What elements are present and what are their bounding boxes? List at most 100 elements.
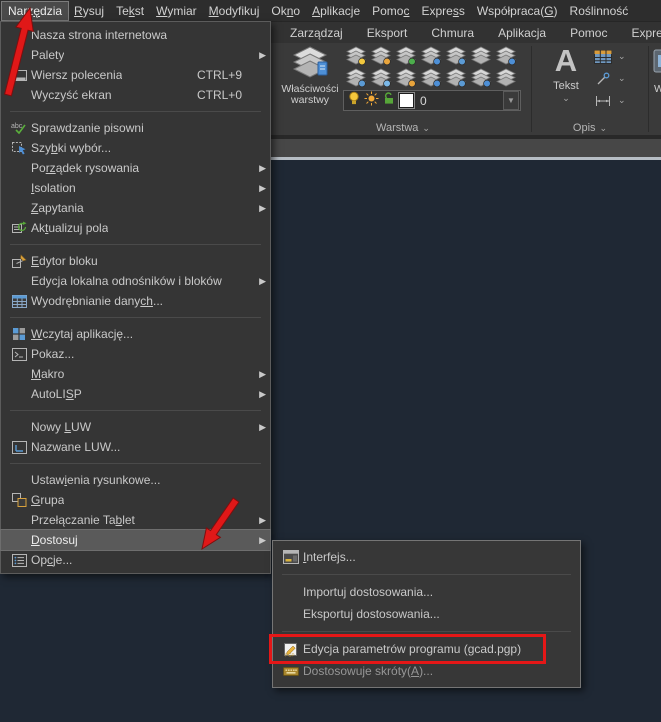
menu-item-interfejs[interactable]: Interfejs... (273, 546, 580, 568)
menubar-item-aplikacje[interactable]: Aplikacje (306, 2, 366, 20)
menu-item-wyodrębnianie-danych[interactable]: Wyodrębnianie danych... (1, 291, 270, 311)
menu-item-wiersz-polecenia[interactable]: Wiersz poleceniaCTRL+9 (1, 65, 270, 85)
menubar-item-modyfikuj[interactable]: Modyfikuj (203, 2, 266, 20)
menubar: NarzędziaRysujTekstWymiarModyfikujOknoAp… (0, 0, 661, 21)
layer-tool-icon[interactable] (493, 45, 518, 66)
insert-block-icon[interactable] (652, 47, 661, 82)
chevron-down-icon[interactable]: ⌄ (618, 51, 628, 62)
menu-item-przełączanie-tablet[interactable]: Przełączanie Tablet▶ (1, 510, 270, 530)
menu-item-aktualizuj-pola[interactable]: Aktualizuj pola (1, 218, 270, 238)
menu-item-opcje[interactable]: Opcje... (1, 550, 270, 570)
layer-tool-icon[interactable] (443, 45, 468, 66)
menu-item-label: Aktualizuj pola (31, 221, 108, 235)
menu-item-eksportuj-dostosowania[interactable]: Eksportuj dostosowania... (273, 603, 580, 625)
ribbon-panel-wstaw-partial: Wst (650, 43, 661, 135)
menu-item-ustawienia-rysunkowe[interactable]: Ustawienia rysunkowe... (1, 470, 270, 490)
menu-item-zapytania[interactable]: Zapytania▶ (1, 198, 270, 218)
chevron-down-icon: ⌄ (600, 123, 608, 133)
menu-item-porządek-rysowania[interactable]: Porządek rysowania▶ (1, 158, 270, 178)
bulb-icon[interactable] (347, 91, 361, 111)
layer-select-combo[interactable]: 0 ▼ (343, 90, 521, 111)
menu-item-makro[interactable]: Makro▶ (1, 364, 270, 384)
menubar-item-tekst[interactable]: Tekst (110, 2, 150, 20)
layer-properties-button[interactable]: Właściwości warstwy (278, 45, 342, 119)
menubar-item-narzędzia[interactable]: Narzędzia (2, 2, 68, 20)
menubar-item-pomoc[interactable]: Pomoc (366, 2, 415, 20)
menu-item-shortcut: CTRL+9 (197, 68, 254, 82)
menubar-item-wymiar[interactable]: Wymiar (150, 2, 203, 20)
menu-item-importuj-dostosowania[interactable]: Importuj dostosowania... (273, 581, 580, 603)
spellcheck-icon: abc (7, 121, 31, 135)
panel-label-warstwa[interactable]: Warstwa⌄ (276, 122, 530, 134)
text-button-label[interactable]: Tekst (538, 80, 594, 92)
menu-item-edycja-lokalna-odnośników-i-bloków[interactable]: Edycja lokalna odnośników i bloków▶ (1, 271, 270, 291)
menu-item-edycja-parametrów-programu-gcad-pgp[interactable]: PGPEdycja parametrów programu (gcad.pgp) (273, 638, 580, 660)
menu-item-dostosowuje-skróty-a[interactable]: Dostosowuje skróty(A)... (273, 660, 580, 682)
menu-item-nowy-luw[interactable]: Nowy LUW▶ (1, 417, 270, 437)
menu-item-wyczyść-ekran[interactable]: Wyczyść ekranCTRL+0 (1, 85, 270, 105)
menubar-item-roślinność[interactable]: Roślinność (564, 2, 635, 20)
text-tool-icon[interactable]: A (546, 44, 586, 77)
layer-tool-icon[interactable] (468, 67, 493, 88)
menu-separator (282, 574, 571, 575)
unlock-icon[interactable] (382, 91, 396, 110)
layer-stack-icon (290, 46, 330, 82)
dimension-icon[interactable] (592, 91, 614, 111)
combo-dropdown-icon[interactable]: ▼ (503, 91, 519, 110)
ribbon-tab-express[interactable]: Express (619, 23, 661, 43)
svg-text:PGP: PGP (285, 652, 295, 657)
svg-text:abc: abc (11, 123, 23, 130)
menubar-item-współpraca-g[interactable]: Współpraca(G) (471, 2, 564, 20)
layer-tool-icon[interactable] (368, 45, 393, 66)
layer-tool-icon[interactable] (468, 45, 493, 66)
menu-item-isolation[interactable]: Isolation▶ (1, 178, 270, 198)
submenu-arrow-icon: ▶ (254, 535, 266, 546)
menu-item-autolisp[interactable]: AutoLISP▶ (1, 384, 270, 404)
menu-item-edytor-bloku[interactable]: Edytor bloku (1, 251, 270, 271)
menu-item-szybki-wybór[interactable]: Szybki wybór... (1, 138, 270, 158)
menu-separator (10, 463, 261, 464)
ribbon-tab-chmura[interactable]: Chmura (419, 23, 486, 43)
panel-label-opis[interactable]: Opis⌄ (532, 122, 648, 134)
menu-item-nazwane-luw[interactable]: Nazwane LUW... (1, 437, 270, 457)
layer-tool-icon[interactable] (418, 67, 443, 88)
layer-tool-icon[interactable] (493, 67, 518, 88)
layer-tool-icon[interactable] (393, 67, 418, 88)
load-application-icon (7, 327, 31, 341)
menu-item-label: Sprawdzanie pisowni (31, 121, 144, 135)
menu-item-sprawdzanie-pisowni[interactable]: abc Sprawdzanie pisowni (1, 118, 270, 138)
menu-item-dostosuj[interactable]: Dostosuj▶ (1, 530, 270, 550)
menu-item-grupa[interactable]: Grupa (1, 490, 270, 510)
ribbon-tab-zarządzaj[interactable]: Zarządzaj (278, 23, 355, 43)
ribbon-tab-aplikacja[interactable]: Aplikacja (486, 23, 558, 43)
menu-item-label: Nowy LUW (31, 420, 91, 434)
menu-item-label: Ustawienia rysunkowe... (31, 473, 160, 487)
chevron-down-icon[interactable]: ⌄ (618, 73, 628, 84)
layer-tool-icon[interactable] (368, 67, 393, 88)
ribbon-panel-opis: A Tekst ⌄ ⌄ ⌄ ⌄ Opis⌄ (532, 43, 648, 135)
sun-icon[interactable] (364, 91, 379, 111)
layer-properties-label: Właściwości warstwy (281, 83, 338, 106)
layer-tool-icon[interactable] (343, 45, 368, 66)
menu-item-wczytaj-aplikację[interactable]: Wczytaj aplikację... (1, 324, 270, 344)
insert-button-label[interactable]: Wst (654, 83, 661, 95)
quick-select-icon (7, 141, 31, 156)
layer-tool-icon[interactable] (443, 67, 468, 88)
menubar-item-okno[interactable]: Okno (265, 2, 306, 20)
menu-item-palety[interactable]: Palety▶ (1, 45, 270, 65)
menubar-item-express[interactable]: Express (415, 2, 470, 20)
layer-tool-icon[interactable] (393, 45, 418, 66)
layer-tool-icon[interactable] (343, 67, 368, 88)
chevron-down-icon[interactable]: ⌄ (618, 95, 628, 106)
leader-icon[interactable] (592, 69, 614, 89)
menubar-item-rysuj[interactable]: Rysuj (68, 2, 110, 20)
ribbon-tab-eksport[interactable]: Eksport (355, 23, 420, 43)
menu-item-label: Interfejs... (303, 550, 356, 564)
ribbon-tab-pomoc[interactable]: Pomoc (558, 23, 619, 43)
table-icon[interactable] (592, 47, 614, 67)
layer-tool-icon[interactable] (418, 45, 443, 66)
menu-item-nasza-strona-internetowa[interactable]: Nasza strona internetowa (1, 25, 270, 45)
menu-item-pokaz[interactable]: Pokaz... (1, 344, 270, 364)
color-swatch[interactable] (399, 93, 414, 108)
menu-item-label: Dostosowuje skróty(A)... (303, 664, 433, 678)
